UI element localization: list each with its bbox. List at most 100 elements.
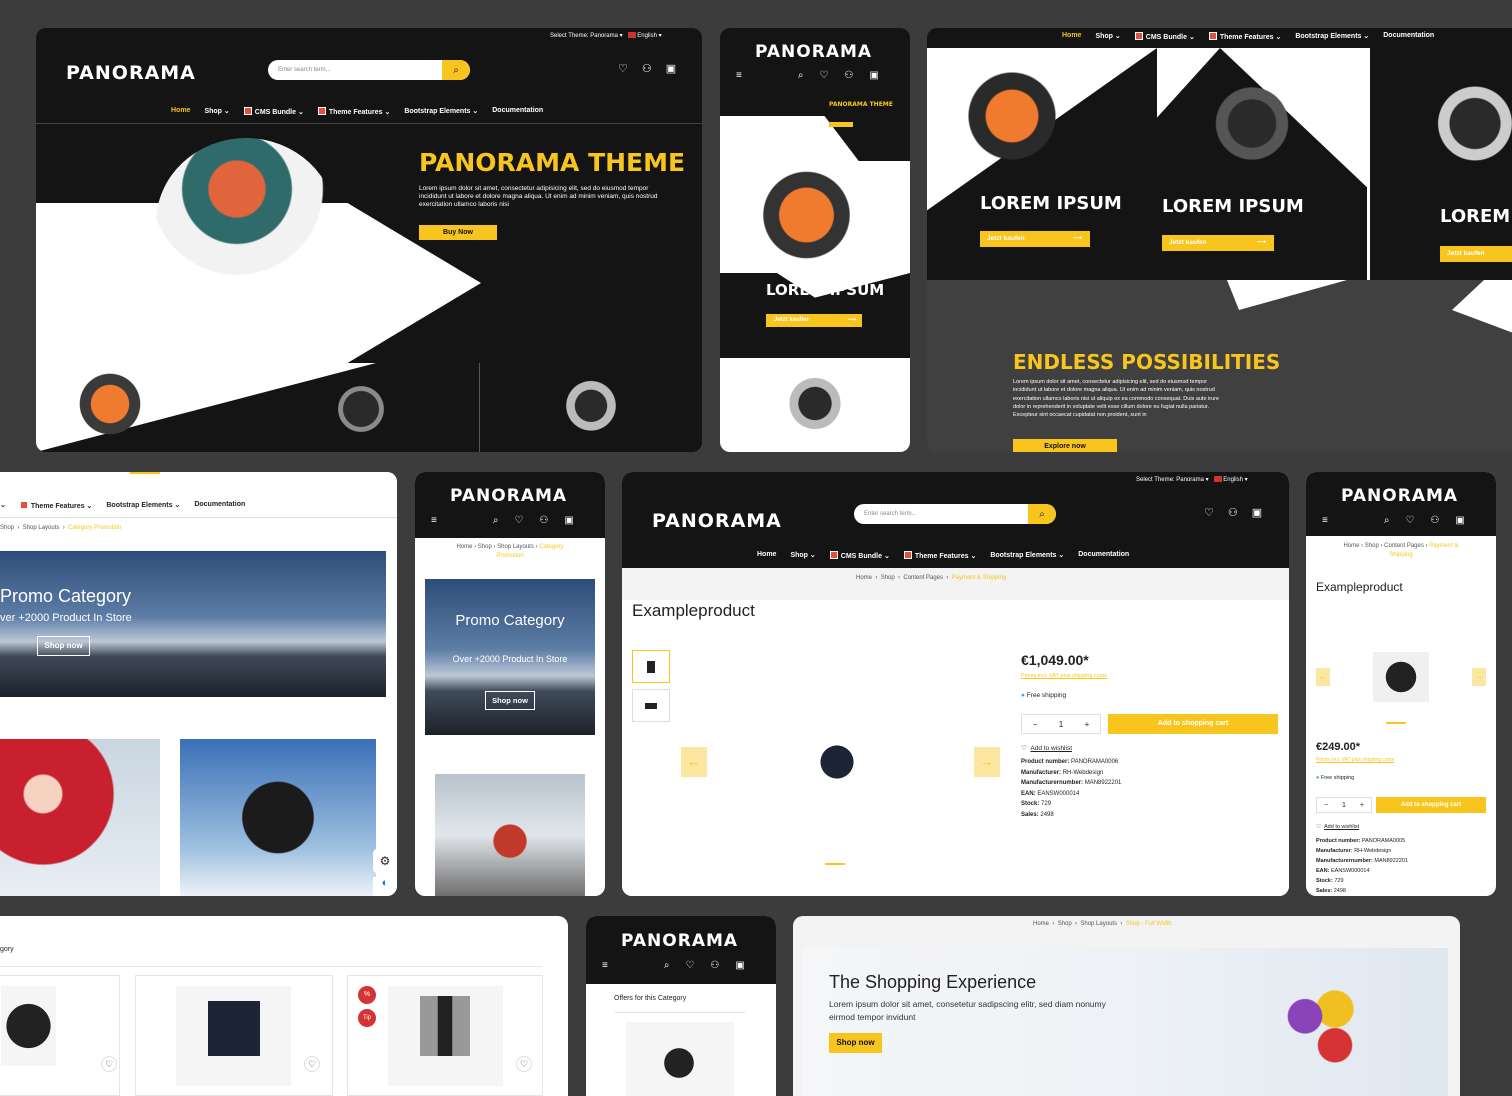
logo-mobile-3[interactable]: PANORAMA xyxy=(1341,486,1458,506)
heart-icon[interactable]: ♡ xyxy=(1405,515,1414,526)
nav-cms[interactable]: CMS Bundle ⌄ xyxy=(1134,32,1195,41)
shopping-shop-now-button[interactable]: Shop now xyxy=(829,1033,882,1053)
add-to-cart-button-mobile[interactable]: Add to shopping cart xyxy=(1376,797,1486,813)
crumb-layouts[interactable]: Shop Layouts xyxy=(23,525,60,531)
search-icon[interactable]: ⌕ xyxy=(442,60,470,80)
quantity-stepper[interactable]: −1 + xyxy=(1021,714,1101,734)
nav-bootstrap[interactable]: Bootstrap Elements ⌄ xyxy=(990,551,1064,560)
vat-link[interactable]: Prices incl. VAT plus shipping costs xyxy=(1021,673,1107,679)
product-card-1[interactable]: ♡ xyxy=(0,975,120,1096)
menu-icon[interactable]: ≡ xyxy=(736,70,742,81)
nav-documentation[interactable]: Documentation xyxy=(1078,551,1129,560)
product-card-3[interactable]: % Tip ♡ xyxy=(347,975,543,1096)
nav-shop[interactable]: Shop ⌄ xyxy=(204,107,229,116)
nav-cms[interactable]: CMS Bundle ⌄ xyxy=(243,107,304,116)
user-icon[interactable]: ⚇ xyxy=(539,515,548,526)
nav-home[interactable]: Home xyxy=(171,107,190,116)
cart-icon[interactable]: ▣ xyxy=(869,70,878,81)
cart-icon[interactable]: ▣ xyxy=(564,515,573,526)
nav-theme-features[interactable]: Theme Features ⌄ xyxy=(19,501,92,510)
nav-cms[interactable]: CMS Bundle ⌄ xyxy=(829,551,890,560)
theme-select[interactable]: Select Theme: Panorama ▾ English ▾ xyxy=(550,32,662,39)
buy-now-button[interactable]: Buy Now xyxy=(419,225,497,240)
nav-documentation[interactable]: Documentation xyxy=(194,501,245,510)
nav-theme-features[interactable]: Theme Features ⌄ xyxy=(317,107,390,116)
add-to-wishlist-link[interactable]: ♡ Add to wishlist xyxy=(1021,744,1072,752)
jetzt-kaufen-button-2[interactable]: Jetzt kaufen ⟶ xyxy=(1162,235,1274,251)
listing-screenshot: gory ♡ ♡ % Tip ♡ xyxy=(0,916,568,1096)
heart-icon[interactable]: ♡ xyxy=(1204,506,1214,519)
user-icon[interactable]: ⚇ xyxy=(710,960,719,971)
logo[interactable]: PANORAMA xyxy=(66,62,196,84)
nav-theme-features[interactable]: Theme Features ⌄ xyxy=(1208,32,1281,41)
cart-icon[interactable]: ▣ xyxy=(666,62,676,75)
cart-icon[interactable]: ▣ xyxy=(735,960,744,971)
heart-icon[interactable]: ♡ xyxy=(685,960,694,971)
nav-bootstrap[interactable]: Bootstrap Elements ⌄ xyxy=(1295,32,1369,41)
add-to-wishlist-mobile[interactable]: ♡ Add to wishlist xyxy=(1316,824,1359,830)
menu-icon[interactable]: ≡ xyxy=(1322,515,1328,526)
jetzt-kaufen-button-mobile[interactable]: Jetzt kaufen ⟶ xyxy=(766,314,862,327)
user-icon[interactable]: ⚇ xyxy=(1228,506,1238,519)
slider-dot-active-mobile[interactable] xyxy=(1386,722,1406,724)
search-icon[interactable]: ⌕ xyxy=(493,515,499,526)
menu-icon[interactable]: ≡ xyxy=(602,960,608,971)
shop-now-button-mobile[interactable]: Shop now xyxy=(485,691,535,710)
heart-icon[interactable]: ♡ xyxy=(819,70,828,81)
arrow-right-icon[interactable]: → xyxy=(974,747,1000,777)
search-icon[interactable]: ⌕ xyxy=(1384,515,1390,526)
nav-shop[interactable]: Shop ⌄ xyxy=(790,551,815,560)
nav-documentation[interactable]: Documentation xyxy=(492,107,543,116)
vat-link-mobile[interactable]: Prices incl. VAT plus shipping costs xyxy=(1316,757,1394,763)
heart-icon[interactable]: ♡ xyxy=(514,515,523,526)
nav-documentation[interactable]: Documentation xyxy=(1383,32,1434,41)
heart-icon[interactable]: ♡ xyxy=(101,1056,117,1072)
heart-icon[interactable]: ♡ xyxy=(516,1056,532,1072)
menu-icon[interactable]: ≡ xyxy=(431,515,437,526)
product-thumb-1[interactable] xyxy=(632,650,670,683)
logo-mobile-4[interactable]: PANORAMA xyxy=(621,931,738,951)
quantity-stepper-mobile[interactable]: −1 + xyxy=(1316,797,1372,813)
language-select[interactable]: English xyxy=(637,33,657,39)
cart-icon[interactable]: ▣ xyxy=(1252,506,1262,519)
nav-theme-features[interactable]: Theme Features ⌄ xyxy=(903,551,976,560)
mobile-buy-now-button[interactable] xyxy=(829,122,853,127)
arrow-left-icon[interactable]: ← xyxy=(681,747,707,777)
add-to-cart-button[interactable]: Add to shopping cart xyxy=(1108,714,1278,734)
logo-mobile[interactable]: PANORAMA xyxy=(755,42,872,62)
nav-home[interactable]: Home xyxy=(757,551,776,560)
explore-now-button[interactable]: Explore now xyxy=(1013,439,1117,452)
heart-icon[interactable]: ♡ xyxy=(304,1056,320,1072)
user-icon[interactable]: ⚇ xyxy=(844,70,853,81)
heart-icon[interactable]: ♡ xyxy=(618,62,628,75)
shop-now-button[interactable]: Shop now xyxy=(37,636,90,656)
crumb-shop[interactable]: Shop xyxy=(0,525,14,531)
slider-dot-active[interactable] xyxy=(825,863,845,865)
user-icon[interactable]: ⚇ xyxy=(1430,515,1439,526)
search-input-2[interactable]: Enter search term... ⌕ xyxy=(854,504,1056,524)
chat-icon[interactable]: ◐ xyxy=(373,877,397,896)
nav-home[interactable]: Home xyxy=(1062,32,1081,41)
product-card-2[interactable]: ♡ xyxy=(135,975,333,1096)
logo-2[interactable]: PANORAMA xyxy=(652,510,782,532)
arrow-left-icon[interactable]: ← xyxy=(1316,668,1330,686)
jetzt-kaufen-button-1[interactable]: Jetzt kaufen ⟶ xyxy=(980,231,1090,247)
user-icon[interactable]: ⚇ xyxy=(642,62,652,75)
nav-bootstrap[interactable]: Bootstrap Elements ⌄ xyxy=(404,107,478,116)
nav-shop[interactable]: Shop ⌄ xyxy=(1095,32,1120,41)
logo-mobile-2[interactable]: PANORAMA xyxy=(450,486,567,506)
tile-snowboarder-image xyxy=(1167,56,1337,206)
offer-product-card[interactable] xyxy=(626,1022,734,1096)
arrow-right-icon[interactable]: → xyxy=(1472,668,1486,686)
product-thumb-2[interactable] xyxy=(632,689,670,722)
cart-icon[interactable]: ▣ xyxy=(1455,515,1464,526)
nav-bootstrap[interactable]: Bootstrap Elements ⌄ xyxy=(106,501,180,510)
theme-select-2[interactable]: Select Theme: Panorama ▾ English ▾ xyxy=(1136,476,1248,483)
jetzt-kaufen-button-3[interactable]: Jetzt kaufen xyxy=(1440,246,1512,262)
search-icon[interactable]: ⌕ xyxy=(1028,504,1056,524)
search-icon[interactable]: ⌕ xyxy=(664,960,670,971)
search-icon[interactable]: ⌕ xyxy=(798,70,804,81)
tile-title-mobile: LOREM IPSUM xyxy=(766,281,885,299)
gear-icon[interactable]: ⚙ xyxy=(373,849,397,873)
search-input[interactable]: Enter search term... ⌕ xyxy=(268,60,470,80)
